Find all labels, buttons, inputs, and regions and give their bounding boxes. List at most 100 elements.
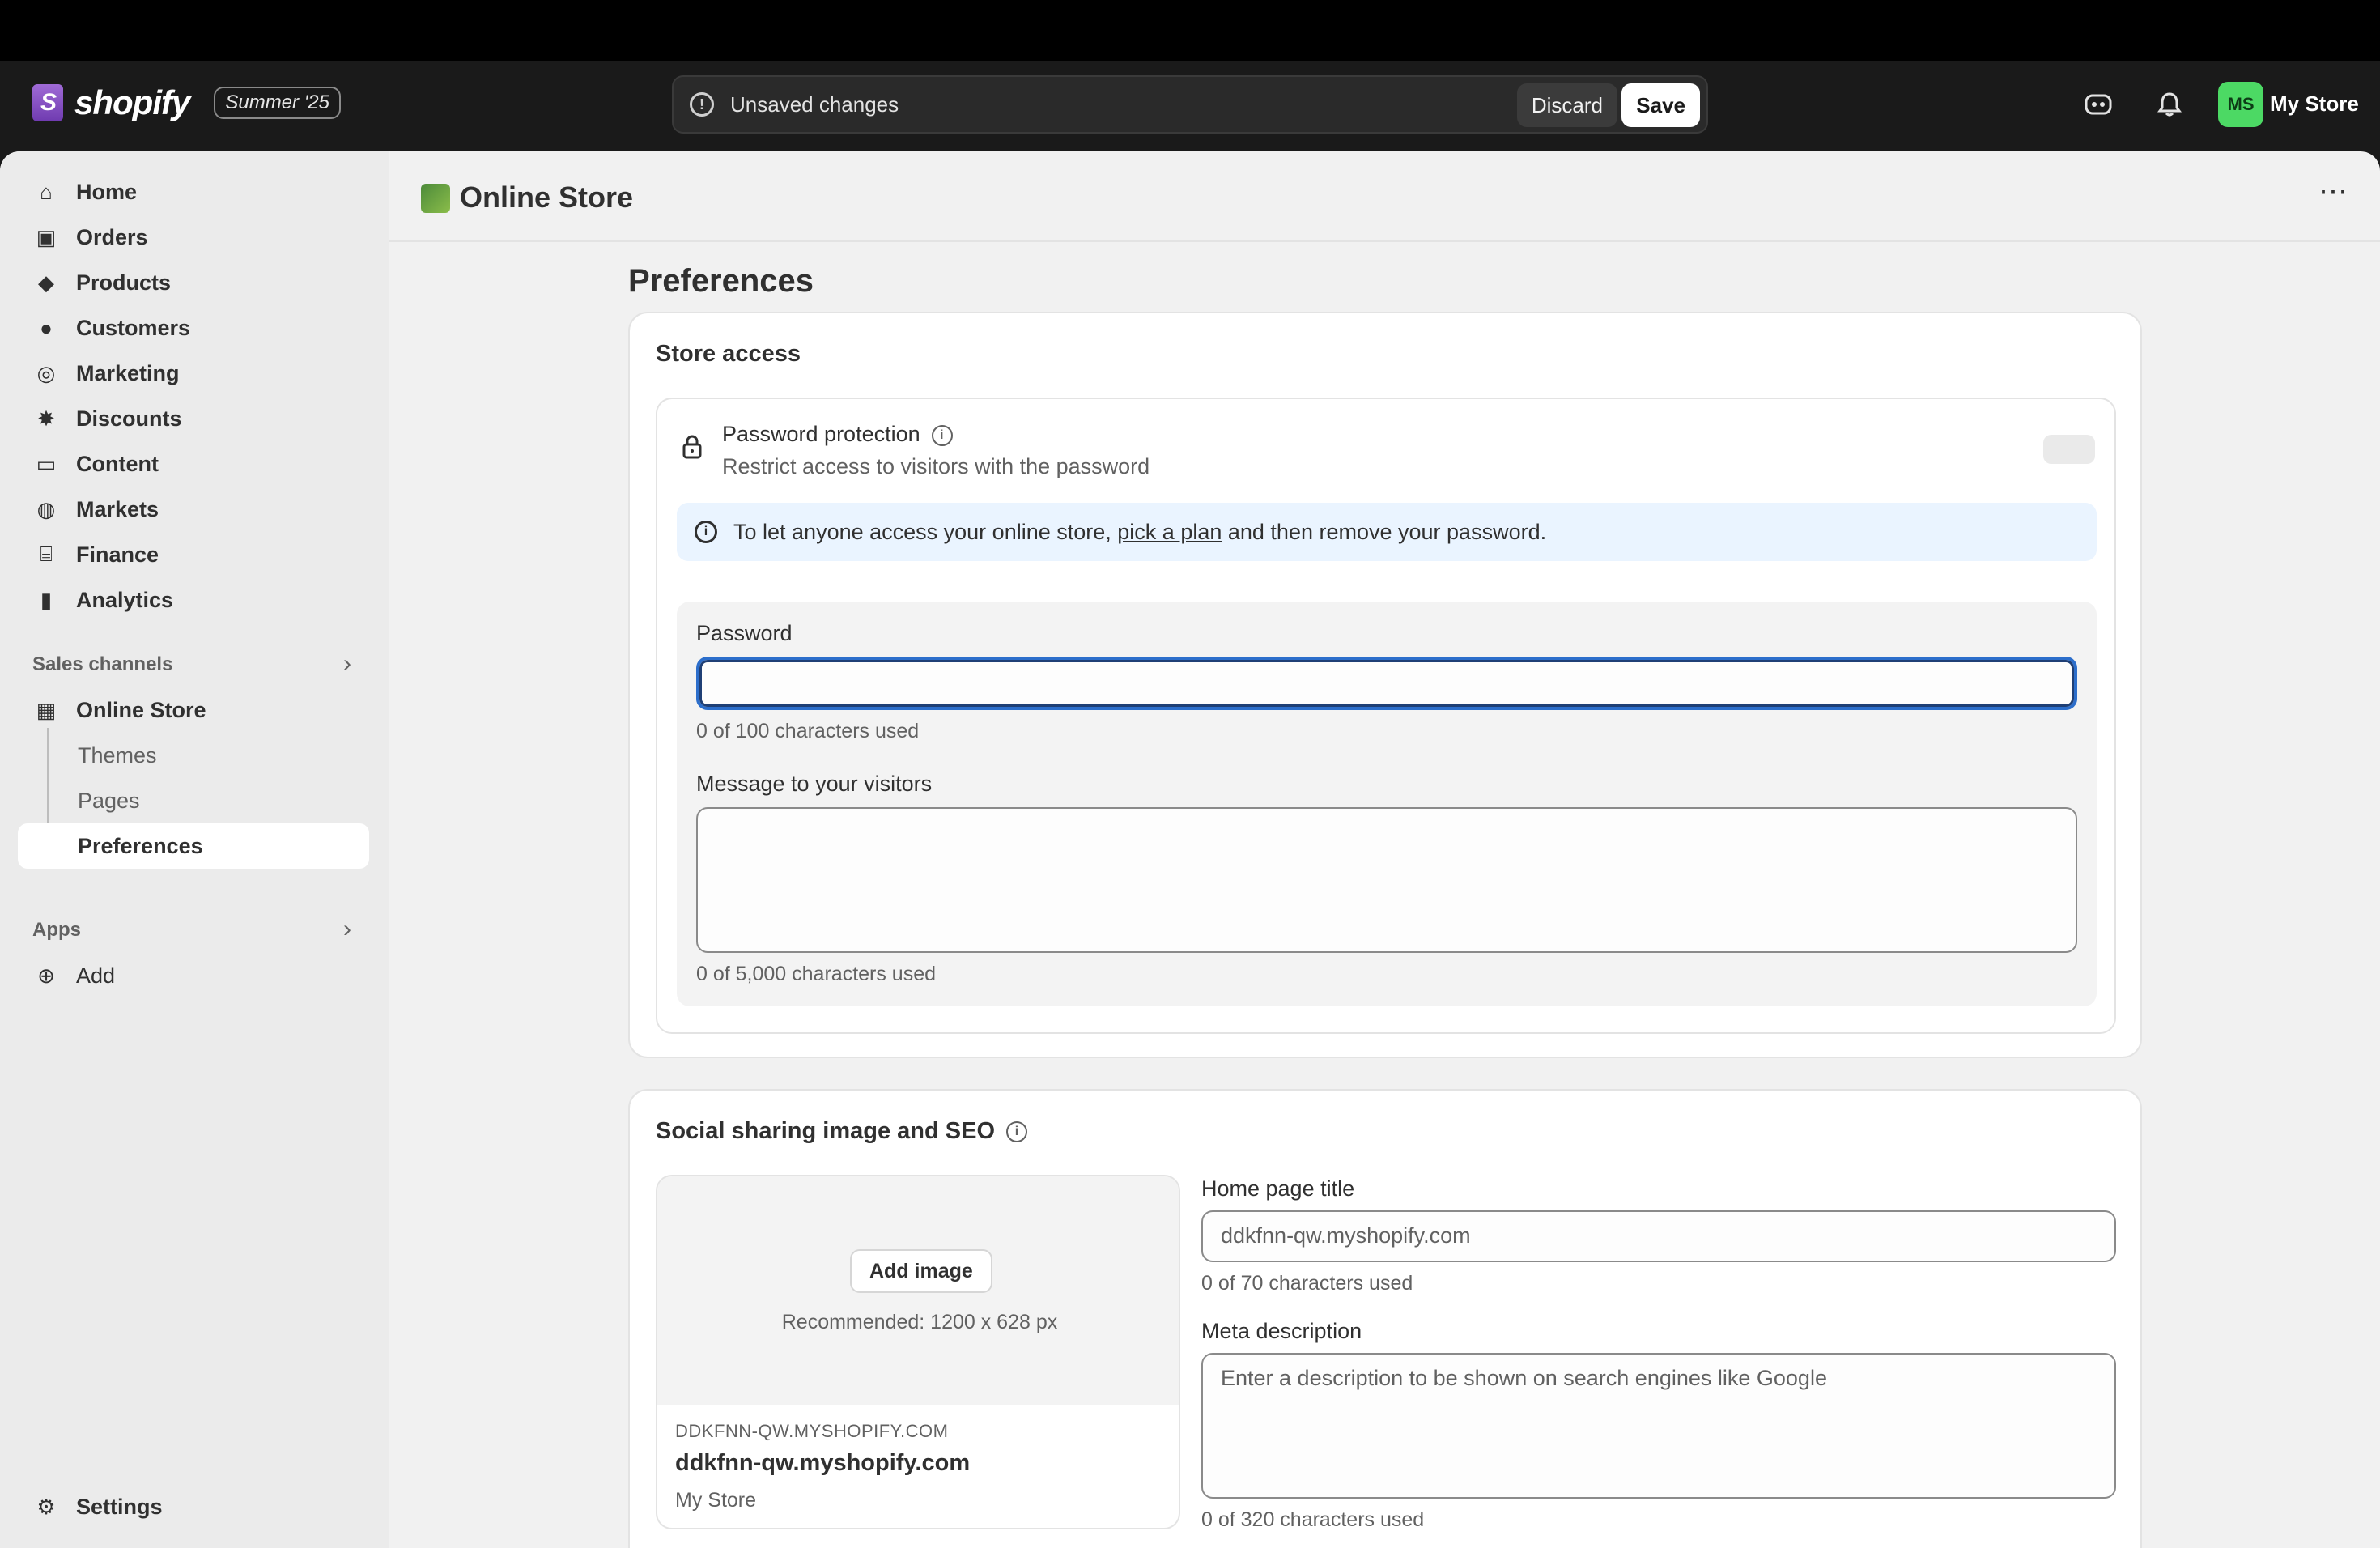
chevron-right-icon[interactable]: ›: [343, 650, 351, 678]
add-image-button[interactable]: Add image: [850, 1249, 992, 1293]
message-field[interactable]: [696, 807, 2077, 953]
sidebar-item-label: Markets: [76, 496, 159, 521]
gear-icon: ⚙: [36, 1494, 56, 1519]
sidebar-item-label: Settings: [76, 1494, 163, 1519]
sidebar-item-label: Customers: [76, 315, 191, 340]
password-settings-box: Password 0 of 100 characters used Messag…: [677, 602, 2097, 1006]
plus-circle-icon: ⊕: [37, 963, 55, 988]
sidebar-item-preferences[interactable]: Preferences: [18, 823, 369, 869]
inbox-icon: ▣: [36, 224, 57, 249]
seo-title: Social sharing image and SEO i: [656, 1118, 1028, 1145]
person-icon: ●: [40, 315, 53, 340]
sidebar-item-orders[interactable]: ▣ Orders: [18, 215, 369, 260]
password-protection-label: Password protection: [722, 422, 920, 446]
discard-button[interactable]: Discard: [1516, 83, 1617, 127]
sidebar-item-label: Online Store: [76, 697, 206, 722]
seo-card: Social sharing image and SEO i Add image …: [628, 1089, 2142, 1548]
password-protection-panel: Password protection i Restrict access to …: [656, 398, 2116, 1034]
sidebar-item-label: Discounts: [76, 406, 182, 431]
store-access-title: Store access: [656, 341, 801, 367]
globe-icon: ◍: [36, 496, 56, 521]
sidebar-item-home[interactable]: ⌂ Home: [18, 169, 369, 215]
edition-badge[interactable]: Summer '25: [214, 87, 341, 119]
info-icon[interactable]: i: [1006, 1121, 1028, 1143]
sidekick-icon[interactable]: [2082, 88, 2114, 121]
meta-description-help: 0 of 320 characters used: [1201, 1508, 1425, 1531]
save-button[interactable]: Save: [1621, 83, 1700, 127]
sidebar-item-markets[interactable]: ◍ Markets: [18, 487, 369, 532]
sidebar-item-themes[interactable]: Themes: [18, 733, 369, 778]
image-icon: ▭: [36, 451, 57, 476]
sidebar-item-label: Orders: [76, 224, 148, 249]
online-store-icon: [421, 184, 450, 213]
sidebar-item-label: Finance: [76, 542, 159, 567]
unsaved-message: Unsaved changes: [730, 91, 899, 117]
shopify-logo[interactable]: shopify Summer '25: [32, 83, 341, 122]
password-field[interactable]: [696, 657, 2077, 710]
lock-icon: [682, 435, 703, 465]
sidebar-item-label: Add: [76, 963, 116, 988]
sidebar-item-label: Themes: [78, 742, 157, 768]
app-shell: ⌂ Home ▣ Orders ◆ Products ● Customers ◎…: [0, 151, 2380, 1548]
brand-name: shopify: [74, 83, 190, 121]
message-label: Message to your visitors: [696, 772, 933, 796]
target-icon: ◎: [36, 360, 56, 385]
store-access-card: Store access Password protection i Restri…: [628, 312, 2142, 1058]
sidebar-item-settings[interactable]: ⚙ Settings: [18, 1484, 369, 1529]
sidebar-item-marketing[interactable]: ◎ Marketing: [18, 351, 369, 396]
shopify-bag-icon: [32, 84, 63, 121]
preview-title: ddkfnn-qw.myshopify.com: [675, 1450, 971, 1476]
recommended-size: Recommended: 1200 x 628 px: [781, 1311, 1058, 1333]
chevron-right-icon[interactable]: ›: [343, 916, 351, 943]
sidebar-item-label: Content: [76, 451, 159, 476]
info-icon: i: [695, 521, 717, 543]
sidebar-item-online-store[interactable]: ▦ Online Store: [18, 687, 369, 733]
home-title-field[interactable]: ddkfnn-qw.myshopify.com: [1201, 1210, 2116, 1262]
sidebar-item-finance[interactable]: ⌸ Finance: [18, 532, 369, 577]
top-black-strip: [0, 0, 2380, 61]
store-icon: ▦: [36, 697, 57, 722]
plan-banner: i To let anyone access your online store…: [677, 503, 2097, 561]
password-protection-title: Password protection i: [722, 422, 953, 447]
sales-channels-label: Sales channels: [32, 653, 173, 675]
sidebar-item-label: Marketing: [76, 360, 180, 385]
preview-url: DDKFNN-QW.MYSHOPIFY.COM: [675, 1421, 949, 1441]
sidebar: ⌂ Home ▣ Orders ◆ Products ● Customers ◎…: [0, 151, 389, 1548]
pick-a-plan-link[interactable]: pick a plan: [1117, 520, 1222, 544]
chart-icon: ▮: [40, 587, 53, 612]
sidebar-item-customers[interactable]: ● Customers: [18, 305, 369, 351]
banner-suffix: and then remove your password.: [1222, 519, 1547, 544]
sidebar-item-add[interactable]: ⊕ Add: [18, 953, 369, 998]
preview-store: My Store: [675, 1489, 757, 1512]
sidebar-item-label: Products: [76, 270, 172, 295]
sidebar-item-pages[interactable]: Pages: [18, 778, 369, 823]
store-name[interactable]: My Store: [2270, 91, 2359, 117]
avatar[interactable]: MS: [2218, 82, 2263, 127]
more-options-icon[interactable]: ⋯: [2318, 174, 2348, 208]
banner-message: To let anyone access your online store, …: [733, 520, 1546, 545]
discount-icon: ✸: [37, 406, 55, 431]
page-header-title: Online Store: [460, 181, 634, 214]
info-icon[interactable]: i: [931, 424, 953, 446]
meta-description-field[interactable]: Enter a description to be shown on searc…: [1201, 1353, 2116, 1499]
apps-label: Apps: [32, 919, 81, 941]
sidebar-item-products[interactable]: ◆ Products: [18, 260, 369, 305]
sidebar-item-analytics[interactable]: ▮ Analytics: [18, 577, 369, 623]
meta-description-label: Meta description: [1201, 1319, 1362, 1343]
main-content: Online Store ⋯ Preferences Store access …: [389, 151, 2380, 1548]
sidebar-item-label: Pages: [78, 788, 140, 813]
sidebar-item-content[interactable]: ▭ Content: [18, 441, 369, 487]
image-dropzone[interactable]: Add image Recommended: 1200 x 628 px DDK…: [656, 1175, 1180, 1529]
bank-icon: ⌸: [40, 542, 53, 566]
password-protection-desc: Restrict access to visitors with the pas…: [722, 454, 1150, 478]
sidebar-item-label: Analytics: [76, 587, 174, 612]
bell-icon[interactable]: [2153, 88, 2186, 121]
password-label: Password: [696, 621, 793, 645]
page-title: Preferences: [628, 263, 814, 299]
sidebar-item-discounts[interactable]: ✸ Discounts: [18, 396, 369, 441]
password-toggle[interactable]: [2043, 435, 2095, 464]
page-header: Online Store ⋯: [389, 151, 2380, 242]
home-title-help: 0 of 70 characters used: [1201, 1272, 1413, 1295]
home-icon: ⌂: [40, 179, 53, 204]
password-help: 0 of 100 characters used: [696, 720, 920, 742]
